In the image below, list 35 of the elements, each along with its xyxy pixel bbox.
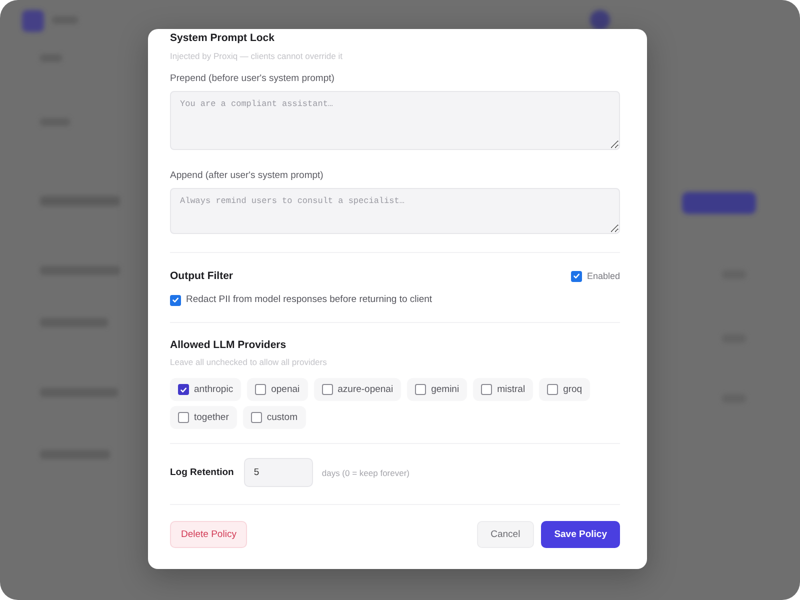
retention-unit-text: days (0 = keep forever)	[322, 468, 410, 478]
log-retention-label: Log Retention	[170, 467, 234, 478]
section-hint: Leave all unchecked to allow all providers	[170, 356, 328, 368]
prompt-textarea[interactable]: Always remind users to consult a specialist…	[170, 188, 620, 234]
section-subtitle: Injected by Proxiq — clients cannot override it	[170, 50, 344, 62]
field-label: Append (after user's system prompt)	[170, 169, 324, 183]
provider-chip[interactable]: anthropic	[170, 378, 242, 401]
redact-checkbox-label[interactable]: Redact PII from model responses before returning to client	[170, 293, 432, 307]
field-label: Prepend (before user's system prompt)	[170, 72, 336, 86]
checkbox-icon[interactable]	[415, 384, 426, 395]
checkbox-icon[interactable]	[170, 294, 181, 306]
save-policy-button[interactable]: Save Policy	[541, 521, 620, 548]
checkbox-icon[interactable]	[547, 384, 558, 395]
provider-chip[interactable]: together	[170, 406, 237, 429]
checkbox-icon[interactable]	[178, 384, 189, 395]
prompt-textarea[interactable]: You are a compliant assistant…	[170, 91, 620, 150]
checkbox-icon[interactable]	[322, 384, 333, 395]
cancel-button[interactable]: Cancel	[476, 521, 534, 548]
provider-chip[interactable]: custom	[242, 406, 306, 429]
retention-days-input[interactable]: 5	[244, 458, 313, 487]
provider-chip[interactable]: mistral	[473, 378, 534, 401]
delete-policy-button[interactable]: Delete Policy	[170, 521, 248, 548]
provider-chip[interactable]: azure-openai	[314, 378, 402, 401]
checkbox-icon[interactable]	[255, 384, 266, 395]
section-title: Allowed LLM Providers	[170, 338, 288, 352]
checkbox-icon[interactable]	[250, 412, 262, 423]
provider-chip[interactable]: openai	[247, 378, 308, 401]
section-title: System Prompt Lock	[170, 31, 276, 45]
provider-chip[interactable]: groq	[539, 378, 590, 401]
checkbox-icon[interactable]	[570, 270, 582, 282]
enabled-checkbox-label[interactable]: Enabled	[570, 269, 620, 283]
checkbox-icon[interactable]	[178, 412, 189, 423]
section-title: Output Filter	[170, 269, 233, 283]
provider-chip[interactable]: gemini	[407, 378, 468, 401]
checkbox-icon[interactable]	[481, 384, 492, 395]
